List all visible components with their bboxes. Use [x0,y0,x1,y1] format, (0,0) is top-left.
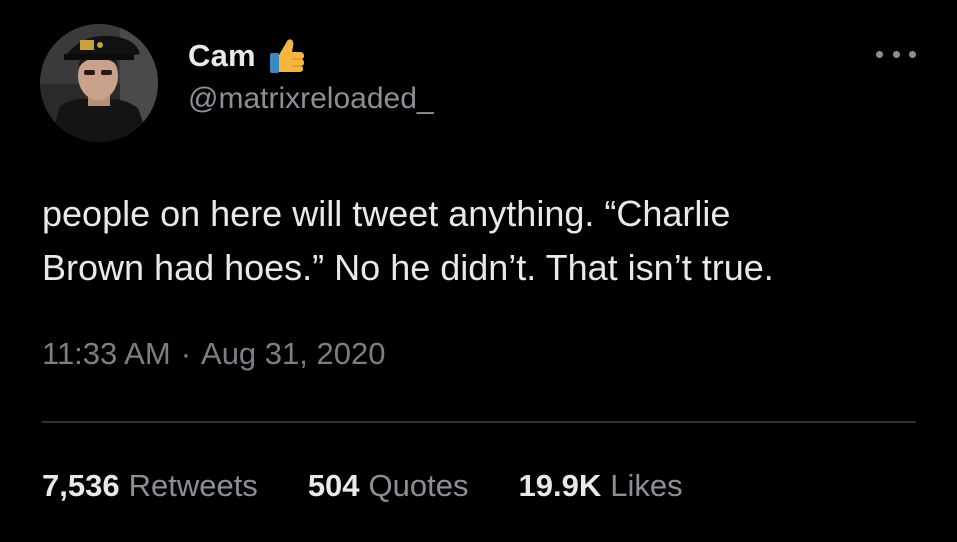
tweet-time: 11:33 AM [42,336,171,371]
divider [42,421,916,423]
quotes-count: 504 [307,468,360,503]
display-name-row: Cam [188,34,308,78]
avatar[interactable] [40,24,158,142]
thumbs-up-emoji-icon [266,35,308,77]
quotes-label: Quotes [368,468,469,503]
avatar-image [40,24,158,142]
tweet-timestamp[interactable]: 11:33 AM · Aug 31, 2020 [42,336,385,372]
retweets-label: Retweets [128,468,258,503]
tweet-card: Cam @matrixreloaded_ people on here will… [0,0,957,542]
tweet-date: Aug 31, 2020 [201,336,386,371]
retweets-count: 7,536 [42,468,120,503]
user-handle[interactable]: @matrixreloaded_ [188,82,434,116]
more-dot [909,50,916,58]
quotes-stat[interactable]: 504 Quotes [308,468,469,504]
tweet-stats: 7,536 Retweets 504 Quotes 19.9K Likes [42,468,733,504]
more-horizontal-icon [876,50,883,58]
retweets-stat[interactable]: 7,536 Retweets [42,468,258,504]
timestamp-separator: · [180,336,192,371]
more-dot [892,50,900,58]
likes-stat[interactable]: 19.9K Likes [519,468,683,504]
tweet-text: people on here will tweet anything. “Cha… [42,193,774,288]
likes-count: 19.9K [518,468,602,503]
likes-label: Likes [610,468,683,503]
more-options-button[interactable] [876,42,916,66]
display-name[interactable]: Cam [188,38,256,74]
